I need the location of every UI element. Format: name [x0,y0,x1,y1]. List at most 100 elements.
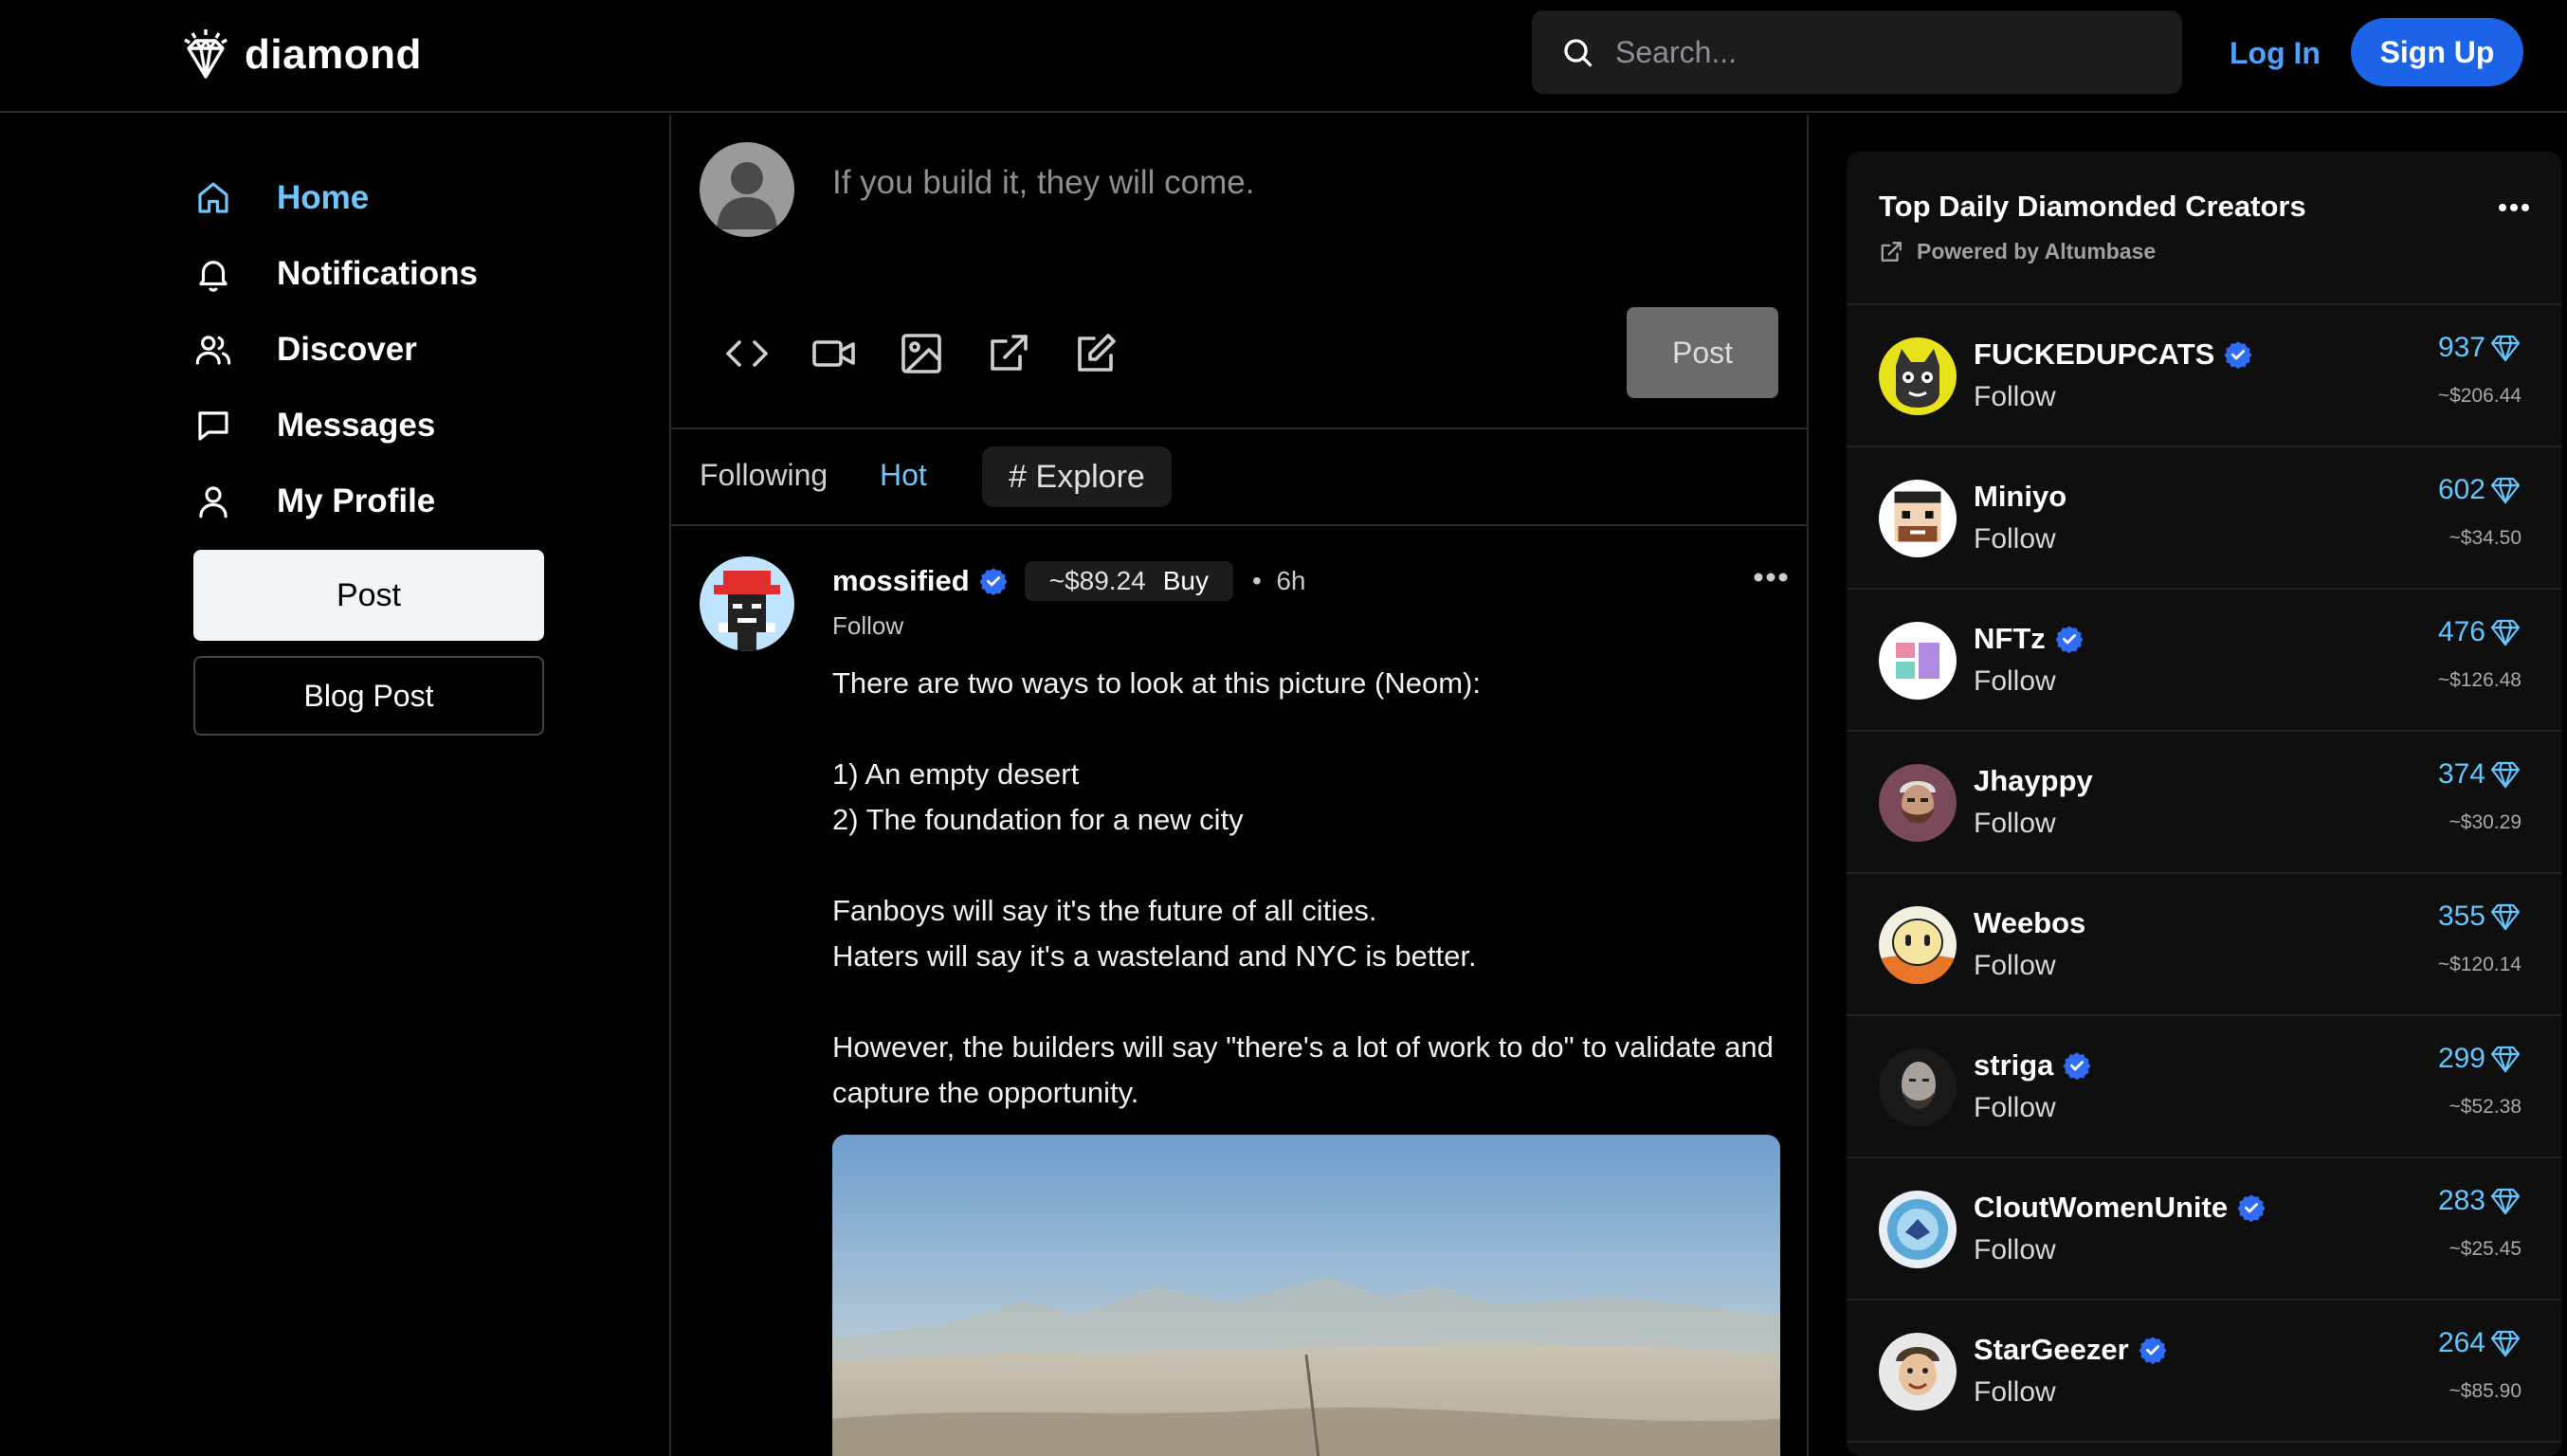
cartoon-face-avatar-icon [1879,906,1957,984]
creator-row[interactable]: Jhayppy Follow 374 ~$30.29 [1847,732,2561,874]
external-link-icon[interactable] [986,331,1031,376]
blog-post-button[interactable]: Blog Post [193,656,544,736]
diamond-count: 299 [2438,1043,2521,1075]
pixel-face-avatar-icon [1879,480,1957,557]
diamond-count-value: 374 [2437,758,2485,790]
creator-name[interactable]: CloutWomenUnite [1974,1191,2228,1225]
creator-follow-link[interactable]: Follow [1974,1376,2056,1409]
diamond-count-value: 937 [2437,332,2485,363]
creator-name[interactable]: striga [1974,1048,2053,1083]
creator-name-row: CloutWomenUnite [1974,1187,2266,1228]
creator-follow-link[interactable]: Follow [1974,1092,2056,1124]
creator-follow-link[interactable]: Follow [1974,950,2056,982]
creator-coin-price: ~$89.24 [1048,566,1146,595]
creator-row[interactable]: CloutWomenUnite Follow 283 ~$25.45 [1847,1158,2561,1301]
creator-row[interactable]: FUCKEDUPCATS Follow 937 ~$206.44 [1847,305,2561,447]
creator-name-row: Weebos [1974,902,2085,944]
tab-following[interactable]: Following [700,458,828,493]
buy-button[interactable]: Buy [1163,566,1209,596]
cat-avatar-icon [1879,337,1957,415]
badge-logo-avatar-icon [1879,1191,1957,1268]
diamond-icon [2490,903,2521,931]
creator-follow-link[interactable]: Follow [1974,523,2056,555]
diamond-count: 355 [2438,901,2521,933]
image-icon[interactable] [899,331,944,376]
creator-follow-link[interactable]: Follow [1974,808,2056,840]
creator-avatar[interactable] [1879,764,1957,842]
portrait-avatar-icon [1879,1048,1957,1126]
post-line: Haters will say it's a wasteland and NYC… [832,939,1477,973]
nav-item-notifications[interactable]: Notifications [193,247,478,300]
login-link[interactable]: Log In [2230,28,2321,78]
code-icon[interactable] [724,331,770,376]
creator-row[interactable]: StarGeezer Follow 264 ~$85.90 [1847,1301,2561,1443]
creator-row[interactable]: NFTz Follow 476 ~$126.48 [1847,590,2561,732]
creator-row[interactable]: Weebos Follow 355 ~$120.14 [1847,874,2561,1016]
tab-hot[interactable]: Hot [880,458,927,493]
verified-badge-icon [2063,1052,2091,1080]
edit-icon[interactable] [1073,331,1119,376]
diamond-icon [2490,477,2521,504]
creator-avatar[interactable] [1879,906,1957,984]
nav-item-my-profile[interactable]: My Profile [193,475,435,528]
more-options-icon[interactable] [2497,199,2531,216]
creator-follow-link[interactable]: Follow [1974,665,2056,698]
post-author-name[interactable]: mossified [832,564,970,598]
creator-avatar[interactable] [1879,622,1957,700]
post-line [832,843,1780,888]
composer-input[interactable]: If you build it, they will come. [832,164,1254,202]
creator-avatar[interactable] [1879,1333,1957,1410]
powered-by-label: Powered by Altumbase [1917,239,2157,264]
creator-avatar[interactable] [1879,1048,1957,1126]
verified-badge-icon [2237,1194,2266,1222]
creator-row[interactable]: Miniyo Follow 602 ~$34.50 [1847,447,2561,590]
nav-item-discover[interactable]: Discover [193,323,417,376]
nav-item-messages[interactable]: Messages [193,399,435,452]
pixel-avatar-icon [700,556,794,651]
creator-avatar[interactable] [1879,480,1957,557]
powered-by[interactable]: Powered by Altumbase [1879,239,2156,264]
creator-usd-value: ~$126.48 [2437,669,2521,691]
creator-name[interactable]: Weebos [1974,906,2085,940]
post-line: There are two ways to look at this pictu… [832,666,1481,700]
creator-name-row: striga [1974,1045,2091,1086]
feed-tabs: Following Hot # Explore [671,429,1807,524]
diamond-logo-icon [184,29,228,79]
logo[interactable]: diamond [178,21,422,89]
creator-name-row: NFTz [1974,618,2084,660]
creator-follow-link[interactable]: Follow [1974,1234,2056,1266]
post-line [832,706,1780,752]
creator-name[interactable]: StarGeezer [1974,1333,2129,1367]
creator-name[interactable]: FUCKEDUPCATS [1974,337,2214,372]
creator-row[interactable]: striga Follow 299 ~$52.38 [1847,1016,2561,1158]
video-icon[interactable] [811,331,857,376]
creator-avatar[interactable] [1879,1191,1957,1268]
creator-avatar[interactable] [1879,337,1957,415]
verified-badge-icon [2224,341,2252,369]
post-line [832,979,1780,1025]
more-options-icon[interactable] [1752,568,1790,587]
diamond-count: 476 [2438,616,2521,648]
creator-usd-value: ~$120.14 [2437,954,2521,975]
search-input[interactable] [1615,34,2146,70]
logo-text: diamond [245,31,422,78]
sidebar-post-button[interactable]: Post [193,550,544,641]
signup-button[interactable]: Sign Up [2351,18,2523,86]
creator-name[interactable]: NFTz [1974,622,2046,656]
composer-post-button[interactable]: Post [1627,307,1778,398]
post-header: mossified ~$89.24 Buy • 6h [832,560,1306,602]
post-image[interactable] [832,1135,1780,1456]
search-box[interactable] [1532,10,2182,94]
nav-item-home[interactable]: Home [193,172,369,225]
diamond-count: 602 [2438,474,2521,506]
creator-name[interactable]: Miniyo [1974,480,2066,514]
creator-coin-pill[interactable]: ~$89.24 Buy [1024,561,1233,601]
creator-name[interactable]: Jhayppy [1974,764,2093,798]
diamond-count-value: 283 [2437,1185,2485,1216]
post-author-avatar[interactable] [700,556,794,651]
post-follow-link[interactable]: Follow [832,611,903,641]
post-line: However, the builders will say "there's … [832,1030,1774,1109]
creator-follow-link[interactable]: Follow [1974,381,2056,413]
tab-explore[interactable]: # Explore [982,446,1172,507]
creator-usd-value: ~$25.45 [2449,1238,2522,1260]
